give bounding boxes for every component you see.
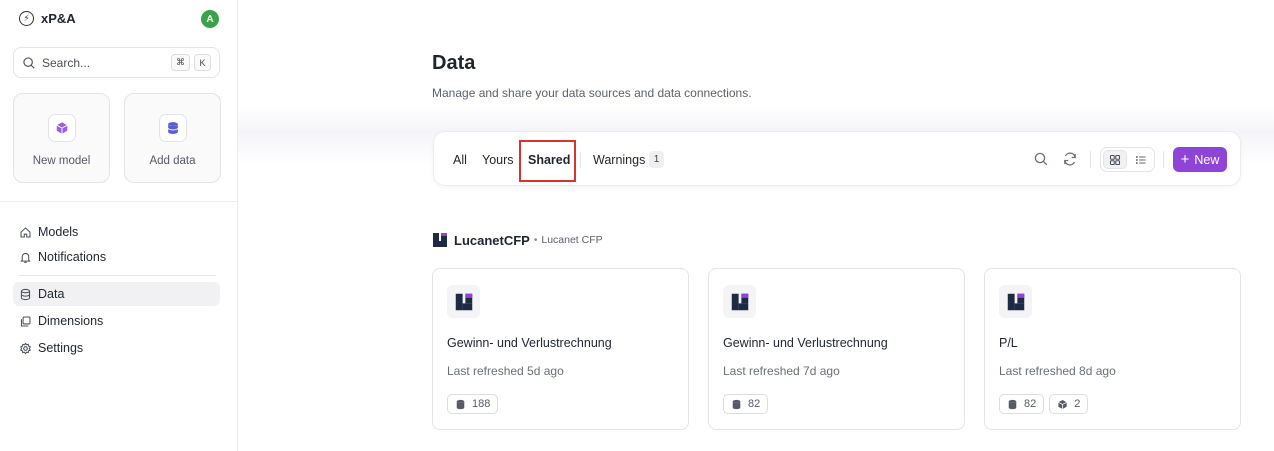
view-toggle bbox=[1100, 147, 1155, 172]
chip-value: 2 bbox=[1074, 398, 1081, 410]
bell-icon bbox=[20, 252, 31, 263]
record-count-chip: 82 bbox=[999, 394, 1045, 414]
card-refreshed: Last refreshed 8d ago bbox=[999, 364, 1116, 378]
chip-value: 82 bbox=[1024, 398, 1037, 410]
tab-yours[interactable]: Yours bbox=[482, 153, 514, 167]
lucanet-logo-icon bbox=[433, 233, 447, 247]
record-count-chip: 82 bbox=[723, 394, 769, 414]
search-icon[interactable] bbox=[1033, 151, 1049, 167]
brand[interactable]: ⚡ xP&A bbox=[19, 11, 76, 26]
source-name: LucanetCFP bbox=[454, 232, 530, 248]
new-button-label: New bbox=[1194, 152, 1220, 167]
sidebar-item-settings[interactable]: Settings bbox=[13, 336, 220, 360]
tab-warnings[interactable]: Warnings bbox=[593, 153, 645, 167]
shortcut-key-k: K bbox=[194, 54, 211, 71]
data-source-card[interactable]: Gewinn- und Verlustrechnung Last refresh… bbox=[708, 268, 965, 430]
toolbar-separator bbox=[1163, 151, 1164, 168]
avatar[interactable]: A bbox=[201, 10, 219, 28]
bolt-logo-icon: ⚡ bbox=[19, 11, 34, 26]
search-icon bbox=[23, 56, 35, 69]
grid-view-button[interactable] bbox=[1103, 150, 1127, 169]
add-data-label: Add data bbox=[149, 155, 196, 167]
new-button[interactable]: + New bbox=[1173, 147, 1227, 172]
record-count-chip: 188 bbox=[447, 394, 499, 414]
brand-name: xP&A bbox=[41, 11, 76, 26]
card-title: Gewinn- und Verlustrechnung bbox=[723, 336, 888, 350]
page-title: Data bbox=[432, 52, 476, 74]
chip-value: 188 bbox=[472, 398, 491, 410]
copy-icon bbox=[20, 316, 31, 326]
database-icon bbox=[158, 114, 187, 142]
new-model-button[interactable]: New model bbox=[13, 93, 110, 183]
list-view-button[interactable] bbox=[1129, 150, 1153, 169]
tab-all[interactable]: All bbox=[453, 153, 467, 167]
data-source-card[interactable]: P/L Last refreshed 8d ago 82 2 bbox=[984, 268, 1241, 430]
sidebar-item-notifications[interactable]: Notifications bbox=[13, 245, 220, 269]
search-placeholder: Search... bbox=[42, 55, 91, 70]
sidebar-item-dimensions[interactable]: Dimensions bbox=[13, 309, 220, 333]
database-icon bbox=[732, 399, 741, 409]
toolbar-separator bbox=[1090, 151, 1091, 168]
card-refreshed: Last refreshed 5d ago bbox=[447, 364, 564, 378]
database-icon bbox=[1008, 399, 1017, 409]
lucanet-logo-icon bbox=[723, 285, 756, 318]
database-icon bbox=[456, 399, 465, 409]
plus-icon: + bbox=[1180, 151, 1190, 168]
filter-toolbar: All Yours Shared Warnings 1 + New bbox=[433, 131, 1241, 186]
search-input[interactable]: Search... ⌘ K bbox=[13, 47, 220, 78]
new-model-label: New model bbox=[32, 155, 91, 167]
page-subtitle: Manage and share your data sources and d… bbox=[432, 86, 752, 100]
sidebar: ⚡ xP&A A Search... ⌘ K New model Add dat… bbox=[0, 0, 238, 451]
sidebar-item-label: Data bbox=[38, 287, 65, 301]
sidebar-item-label: Dimensions bbox=[38, 314, 104, 328]
lucanet-logo-icon bbox=[999, 285, 1032, 318]
tab-shared-highlight bbox=[519, 140, 576, 182]
list-icon bbox=[1135, 155, 1146, 164]
database-icon bbox=[20, 288, 31, 300]
tab-separator bbox=[580, 152, 581, 168]
source-subtitle: Lucanet CFP bbox=[541, 234, 603, 246]
source-section-header: LucanetCFP • Lucanet CFP bbox=[432, 232, 603, 248]
sidebar-divider bbox=[0, 201, 237, 202]
home-icon bbox=[20, 226, 31, 237]
sidebar-item-label: Settings bbox=[38, 341, 84, 355]
lucanet-logo-icon bbox=[447, 285, 480, 318]
grid-icon bbox=[1109, 154, 1121, 165]
warnings-count-badge: 1 bbox=[649, 151, 664, 168]
add-data-button[interactable]: Add data bbox=[124, 93, 221, 183]
card-title: P/L bbox=[999, 336, 1018, 350]
model-count-chip: 2 bbox=[1049, 394, 1089, 414]
shortcut-key-cmd: ⌘ bbox=[171, 54, 190, 71]
card-refreshed: Last refreshed 7d ago bbox=[723, 364, 840, 378]
section-separator: • bbox=[533, 234, 538, 246]
data-source-card[interactable]: Gewinn- und Verlustrechnung Last refresh… bbox=[432, 268, 689, 430]
nav-separator bbox=[19, 275, 216, 276]
card-title: Gewinn- und Verlustrechnung bbox=[447, 336, 612, 350]
chip-value: 82 bbox=[748, 398, 761, 410]
sidebar-item-data[interactable]: Data bbox=[13, 282, 220, 306]
sidebar-item-label: Notifications bbox=[38, 250, 107, 264]
sidebar-item-label: Models bbox=[38, 225, 79, 239]
cube-icon bbox=[47, 114, 76, 142]
refresh-icon[interactable] bbox=[1062, 151, 1078, 167]
gear-icon bbox=[20, 342, 31, 354]
cube-icon bbox=[1058, 399, 1068, 409]
sidebar-item-models[interactable]: Models bbox=[13, 220, 220, 244]
